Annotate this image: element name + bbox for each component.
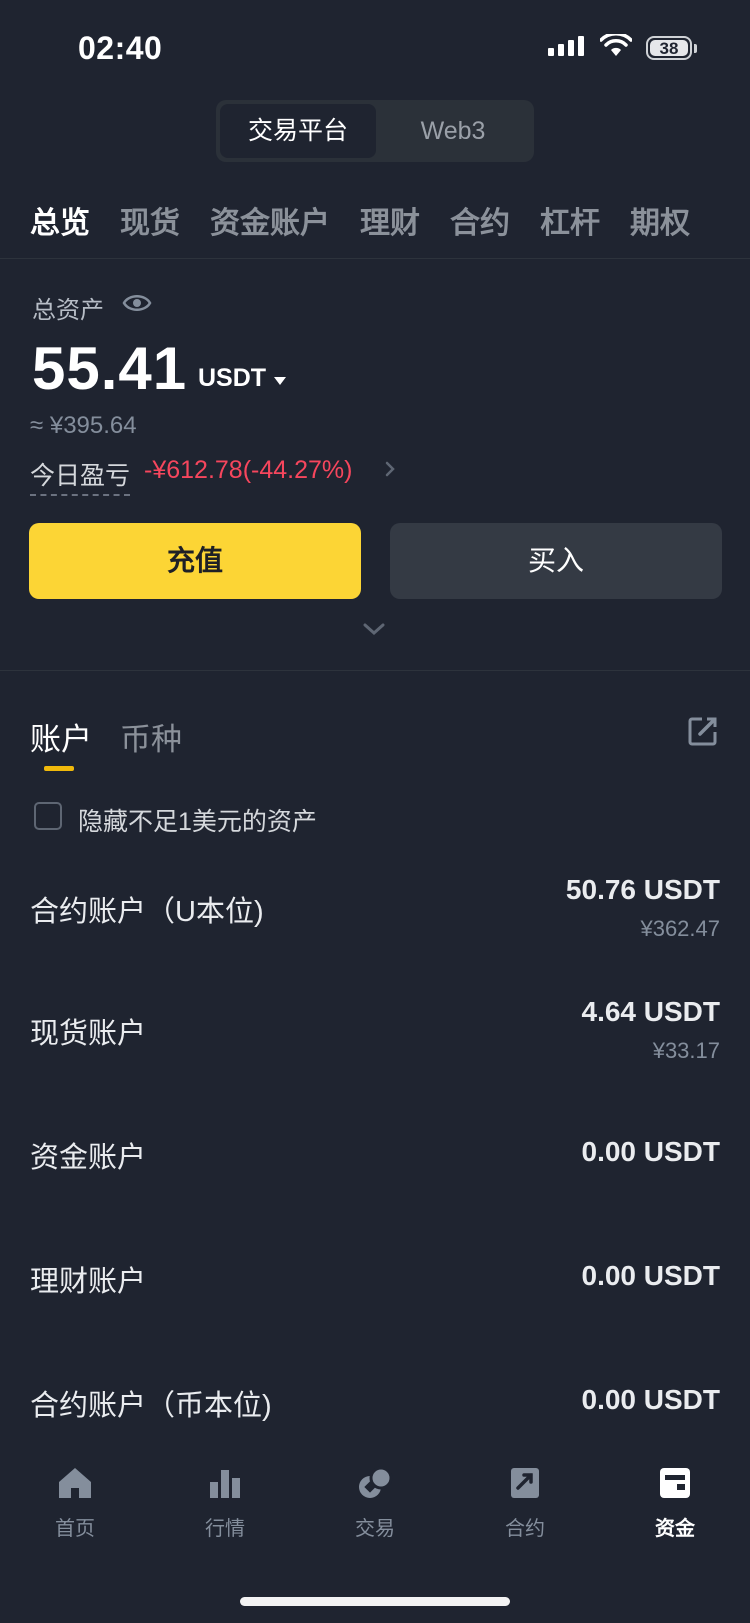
tab-accounts[interactable]: 账户 <box>30 714 92 759</box>
market-icon <box>210 1470 240 1498</box>
category-tabs: 总览 现货 资金账户 理财 合约 杠杆 期权 <box>30 198 690 242</box>
battery-icon: 38 <box>646 36 692 60</box>
today-pnl-label[interactable]: 今日盈亏 <box>30 456 131 496</box>
account-row-name[interactable]: 现货账户 <box>30 1010 146 1052</box>
nav-label: 合约 <box>505 1518 545 1540</box>
home-indicator[interactable] <box>240 1597 510 1606</box>
chevron-down-icon[interactable] <box>362 622 386 641</box>
account-row-value: 0.00 USDT <box>581 1260 721 1291</box>
chevron-right-icon[interactable] <box>384 460 396 483</box>
divider <box>0 670 750 671</box>
account-row-cny: ¥362.47 <box>640 916 720 941</box>
wallet-icon <box>660 1468 690 1498</box>
divider <box>0 258 750 259</box>
tab-options[interactable]: 期权 <box>630 198 690 242</box>
today-pnl-value[interactable]: -¥612.78(-44.27%) <box>144 456 352 485</box>
segment-web3[interactable]: Web3 <box>376 104 530 158</box>
tab-underline <box>44 766 74 771</box>
account-row-value: 50.76 USDT <box>565 874 720 905</box>
home-icon <box>59 1468 91 1498</box>
nav-market[interactable]: 行情 <box>150 1466 300 1541</box>
segment-exchange[interactable]: 交易平台 <box>220 104 376 158</box>
tab-margin[interactable]: 杠杆 <box>540 198 600 242</box>
nav-home[interactable]: 首页 <box>0 1466 150 1541</box>
account-row-name[interactable]: 合约账户（U本位) <box>30 888 264 930</box>
total-assets-label: 总资产 <box>32 297 104 324</box>
deposit-button[interactable]: 充值 <box>29 523 361 599</box>
bottom-nav: 首页 行情 交易 合约 资金 <box>0 1466 750 1576</box>
trade-icon <box>359 1466 393 1498</box>
nav-trade[interactable]: 交易 <box>300 1466 450 1541</box>
hide-small-label[interactable]: 隐藏不足1美元的资产 <box>78 802 317 838</box>
tab-spot[interactable]: 现货 <box>120 198 180 242</box>
account-row-name[interactable]: 资金账户 <box>30 1134 146 1176</box>
nav-wallet[interactable]: 资金 <box>600 1466 750 1541</box>
nav-label: 资金 <box>655 1518 695 1540</box>
eye-icon[interactable] <box>122 292 152 319</box>
nav-label: 首页 <box>55 1518 95 1540</box>
tab-coins[interactable]: 币种 <box>120 714 182 759</box>
account-row-value: 0.00 USDT <box>581 1136 721 1167</box>
status-time: 02:40 <box>78 30 163 66</box>
nav-label: 交易 <box>355 1518 395 1540</box>
total-amount: 55.41 <box>32 335 188 402</box>
battery-level: 38 <box>650 40 688 57</box>
nav-futures[interactable]: 合约 <box>450 1466 600 1541</box>
wifi-icon <box>599 32 633 63</box>
tab-funding[interactable]: 资金账户 <box>210 198 330 242</box>
futures-icon <box>511 1468 539 1498</box>
caret-down-icon[interactable] <box>274 377 286 385</box>
buy-button[interactable]: 买入 <box>390 523 722 599</box>
hide-small-checkbox[interactable] <box>34 802 62 830</box>
account-row-value: 0.00 USDT <box>581 1384 721 1415</box>
nav-label: 行情 <box>205 1518 245 1540</box>
currency-unit-selector[interactable]: USDT <box>198 364 266 393</box>
signal-icon <box>548 36 584 56</box>
account-row-name[interactable]: 合约账户（币本位) <box>30 1382 272 1424</box>
approx-cny: ≈ ¥395.64 <box>30 412 137 439</box>
account-row-value: 4.64 USDT <box>581 996 721 1027</box>
edit-icon[interactable] <box>688 716 718 751</box>
platform-switch: 交易平台 Web3 <box>216 100 534 162</box>
tab-earn[interactable]: 理财 <box>360 198 420 242</box>
account-row-name[interactable]: 理财账户 <box>30 1258 146 1300</box>
battery-cap <box>694 44 697 53</box>
account-row-cny: ¥33.17 <box>652 1038 720 1063</box>
tab-overview[interactable]: 总览 <box>30 198 90 242</box>
tab-futures[interactable]: 合约 <box>450 198 510 242</box>
